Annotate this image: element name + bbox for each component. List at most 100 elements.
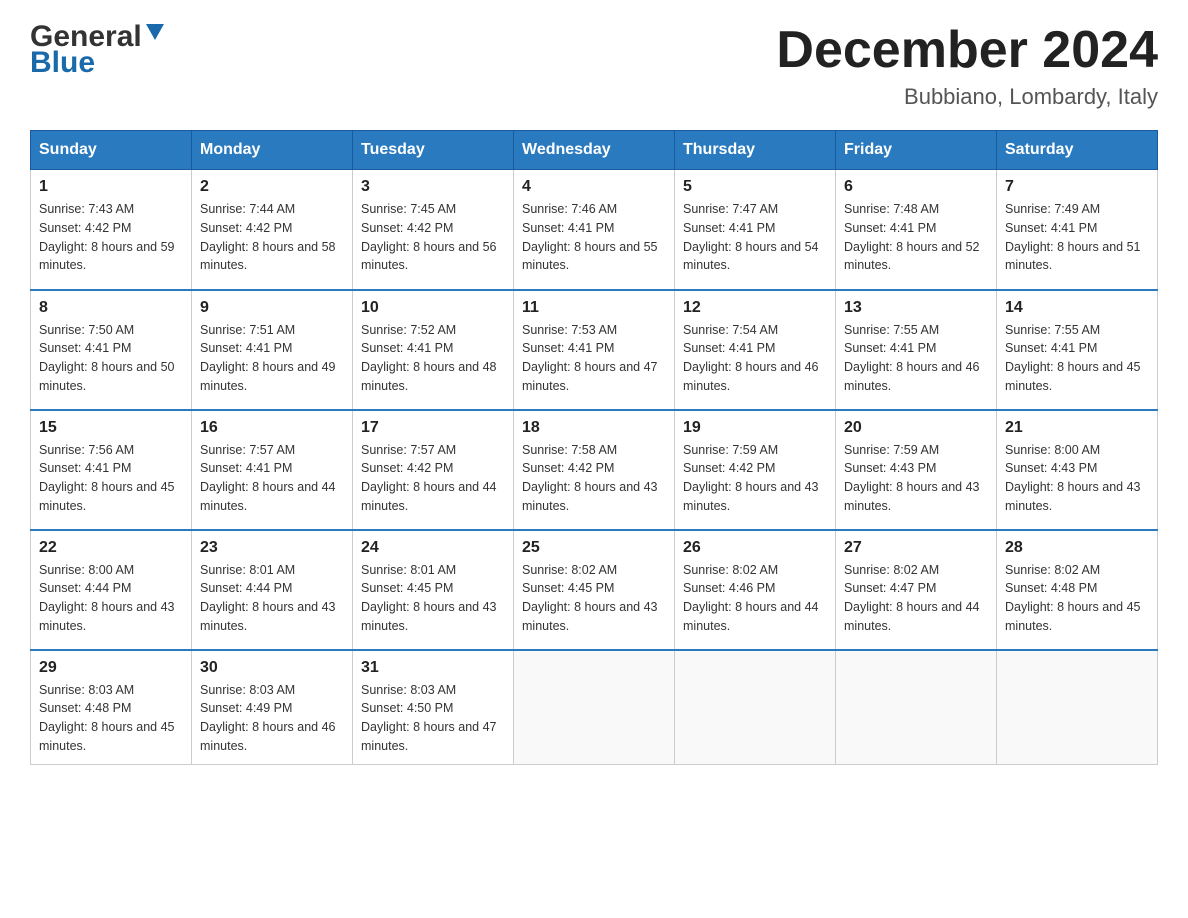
day-number: 13 xyxy=(844,299,988,317)
table-row: 19 Sunrise: 7:59 AM Sunset: 4:42 PM Dayl… xyxy=(675,410,836,530)
day-info: Sunrise: 7:58 AM Sunset: 4:42 PM Dayligh… xyxy=(522,441,666,516)
day-number: 26 xyxy=(683,539,827,557)
day-number: 1 xyxy=(39,178,183,196)
col-saturday: Saturday xyxy=(997,131,1158,170)
day-number: 10 xyxy=(361,299,505,317)
day-number: 25 xyxy=(522,539,666,557)
day-info: Sunrise: 7:43 AM Sunset: 4:42 PM Dayligh… xyxy=(39,200,183,275)
day-number: 16 xyxy=(200,419,344,437)
table-row: 15 Sunrise: 7:56 AM Sunset: 4:41 PM Dayl… xyxy=(31,410,192,530)
table-row: 1 Sunrise: 7:43 AM Sunset: 4:42 PM Dayli… xyxy=(31,170,192,290)
day-number: 12 xyxy=(683,299,827,317)
day-info: Sunrise: 7:44 AM Sunset: 4:42 PM Dayligh… xyxy=(200,200,344,275)
day-info: Sunrise: 8:00 AM Sunset: 4:43 PM Dayligh… xyxy=(1005,441,1149,516)
day-number: 29 xyxy=(39,659,183,677)
col-thursday: Thursday xyxy=(675,131,836,170)
day-number: 19 xyxy=(683,419,827,437)
table-row: 2 Sunrise: 7:44 AM Sunset: 4:42 PM Dayli… xyxy=(192,170,353,290)
day-info: Sunrise: 7:49 AM Sunset: 4:41 PM Dayligh… xyxy=(1005,200,1149,275)
table-row: 24 Sunrise: 8:01 AM Sunset: 4:45 PM Dayl… xyxy=(353,530,514,650)
table-row: 9 Sunrise: 7:51 AM Sunset: 4:41 PM Dayli… xyxy=(192,290,353,410)
table-row: 11 Sunrise: 7:53 AM Sunset: 4:41 PM Dayl… xyxy=(514,290,675,410)
title-area: December 2024 Bubbiano, Lombardy, Italy xyxy=(776,20,1158,110)
day-info: Sunrise: 7:45 AM Sunset: 4:42 PM Dayligh… xyxy=(361,200,505,275)
day-info: Sunrise: 7:55 AM Sunset: 4:41 PM Dayligh… xyxy=(844,321,988,396)
month-title: December 2024 xyxy=(776,20,1158,80)
day-number: 23 xyxy=(200,539,344,557)
day-number: 5 xyxy=(683,178,827,196)
day-info: Sunrise: 7:57 AM Sunset: 4:42 PM Dayligh… xyxy=(361,441,505,516)
col-monday: Monday xyxy=(192,131,353,170)
day-info: Sunrise: 8:01 AM Sunset: 4:44 PM Dayligh… xyxy=(200,561,344,636)
table-row: 10 Sunrise: 7:52 AM Sunset: 4:41 PM Dayl… xyxy=(353,290,514,410)
day-info: Sunrise: 7:54 AM Sunset: 4:41 PM Dayligh… xyxy=(683,321,827,396)
day-info: Sunrise: 8:00 AM Sunset: 4:44 PM Dayligh… xyxy=(39,561,183,636)
day-info: Sunrise: 8:02 AM Sunset: 4:47 PM Dayligh… xyxy=(844,561,988,636)
header: General Blue December 2024 Bubbiano, Lom… xyxy=(30,20,1158,110)
day-number: 11 xyxy=(522,299,666,317)
day-info: Sunrise: 7:46 AM Sunset: 4:41 PM Dayligh… xyxy=(522,200,666,275)
col-wednesday: Wednesday xyxy=(514,131,675,170)
logo-blue-text: Blue xyxy=(30,46,95,80)
day-info: Sunrise: 7:47 AM Sunset: 4:41 PM Dayligh… xyxy=(683,200,827,275)
logo: General Blue xyxy=(30,20,166,80)
table-row: 18 Sunrise: 7:58 AM Sunset: 4:42 PM Dayl… xyxy=(514,410,675,530)
day-info: Sunrise: 8:02 AM Sunset: 4:48 PM Dayligh… xyxy=(1005,561,1149,636)
day-number: 14 xyxy=(1005,299,1149,317)
table-row: 14 Sunrise: 7:55 AM Sunset: 4:41 PM Dayl… xyxy=(997,290,1158,410)
day-number: 18 xyxy=(522,419,666,437)
day-number: 3 xyxy=(361,178,505,196)
table-row: 16 Sunrise: 7:57 AM Sunset: 4:41 PM Dayl… xyxy=(192,410,353,530)
table-row: 30 Sunrise: 8:03 AM Sunset: 4:49 PM Dayl… xyxy=(192,650,353,765)
table-row: 4 Sunrise: 7:46 AM Sunset: 4:41 PM Dayli… xyxy=(514,170,675,290)
col-friday: Friday xyxy=(836,131,997,170)
table-row: 8 Sunrise: 7:50 AM Sunset: 4:41 PM Dayli… xyxy=(31,290,192,410)
table-row xyxy=(836,650,997,765)
table-row: 31 Sunrise: 8:03 AM Sunset: 4:50 PM Dayl… xyxy=(353,650,514,765)
day-info: Sunrise: 8:03 AM Sunset: 4:50 PM Dayligh… xyxy=(361,681,505,756)
day-number: 2 xyxy=(200,178,344,196)
day-number: 30 xyxy=(200,659,344,677)
day-info: Sunrise: 7:57 AM Sunset: 4:41 PM Dayligh… xyxy=(200,441,344,516)
table-row: 29 Sunrise: 8:03 AM Sunset: 4:48 PM Dayl… xyxy=(31,650,192,765)
day-info: Sunrise: 8:03 AM Sunset: 4:48 PM Dayligh… xyxy=(39,681,183,756)
table-row: 12 Sunrise: 7:54 AM Sunset: 4:41 PM Dayl… xyxy=(675,290,836,410)
day-number: 15 xyxy=(39,419,183,437)
day-number: 20 xyxy=(844,419,988,437)
day-number: 7 xyxy=(1005,178,1149,196)
col-tuesday: Tuesday xyxy=(353,131,514,170)
table-row: 21 Sunrise: 8:00 AM Sunset: 4:43 PM Dayl… xyxy=(997,410,1158,530)
day-info: Sunrise: 7:56 AM Sunset: 4:41 PM Dayligh… xyxy=(39,441,183,516)
logo-arrow-icon xyxy=(144,20,166,47)
day-number: 6 xyxy=(844,178,988,196)
day-info: Sunrise: 7:53 AM Sunset: 4:41 PM Dayligh… xyxy=(522,321,666,396)
day-info: Sunrise: 8:02 AM Sunset: 4:45 PM Dayligh… xyxy=(522,561,666,636)
table-row: 27 Sunrise: 8:02 AM Sunset: 4:47 PM Dayl… xyxy=(836,530,997,650)
table-row: 22 Sunrise: 8:00 AM Sunset: 4:44 PM Dayl… xyxy=(31,530,192,650)
day-number: 8 xyxy=(39,299,183,317)
day-number: 22 xyxy=(39,539,183,557)
day-info: Sunrise: 7:55 AM Sunset: 4:41 PM Dayligh… xyxy=(1005,321,1149,396)
col-sunday: Sunday xyxy=(31,131,192,170)
table-row: 13 Sunrise: 7:55 AM Sunset: 4:41 PM Dayl… xyxy=(836,290,997,410)
table-row: 7 Sunrise: 7:49 AM Sunset: 4:41 PM Dayli… xyxy=(997,170,1158,290)
day-info: Sunrise: 7:59 AM Sunset: 4:43 PM Dayligh… xyxy=(844,441,988,516)
day-number: 17 xyxy=(361,419,505,437)
day-info: Sunrise: 7:50 AM Sunset: 4:41 PM Dayligh… xyxy=(39,321,183,396)
day-number: 24 xyxy=(361,539,505,557)
table-row: 28 Sunrise: 8:02 AM Sunset: 4:48 PM Dayl… xyxy=(997,530,1158,650)
table-row: 20 Sunrise: 7:59 AM Sunset: 4:43 PM Dayl… xyxy=(836,410,997,530)
calendar-table: Sunday Monday Tuesday Wednesday Thursday… xyxy=(30,130,1158,765)
table-row: 3 Sunrise: 7:45 AM Sunset: 4:42 PM Dayli… xyxy=(353,170,514,290)
table-row xyxy=(997,650,1158,765)
day-number: 28 xyxy=(1005,539,1149,557)
day-info: Sunrise: 7:51 AM Sunset: 4:41 PM Dayligh… xyxy=(200,321,344,396)
table-row: 6 Sunrise: 7:48 AM Sunset: 4:41 PM Dayli… xyxy=(836,170,997,290)
table-row xyxy=(675,650,836,765)
day-number: 21 xyxy=(1005,419,1149,437)
location-title: Bubbiano, Lombardy, Italy xyxy=(776,84,1158,110)
day-number: 4 xyxy=(522,178,666,196)
day-info: Sunrise: 8:02 AM Sunset: 4:46 PM Dayligh… xyxy=(683,561,827,636)
table-row: 23 Sunrise: 8:01 AM Sunset: 4:44 PM Dayl… xyxy=(192,530,353,650)
day-info: Sunrise: 7:59 AM Sunset: 4:42 PM Dayligh… xyxy=(683,441,827,516)
